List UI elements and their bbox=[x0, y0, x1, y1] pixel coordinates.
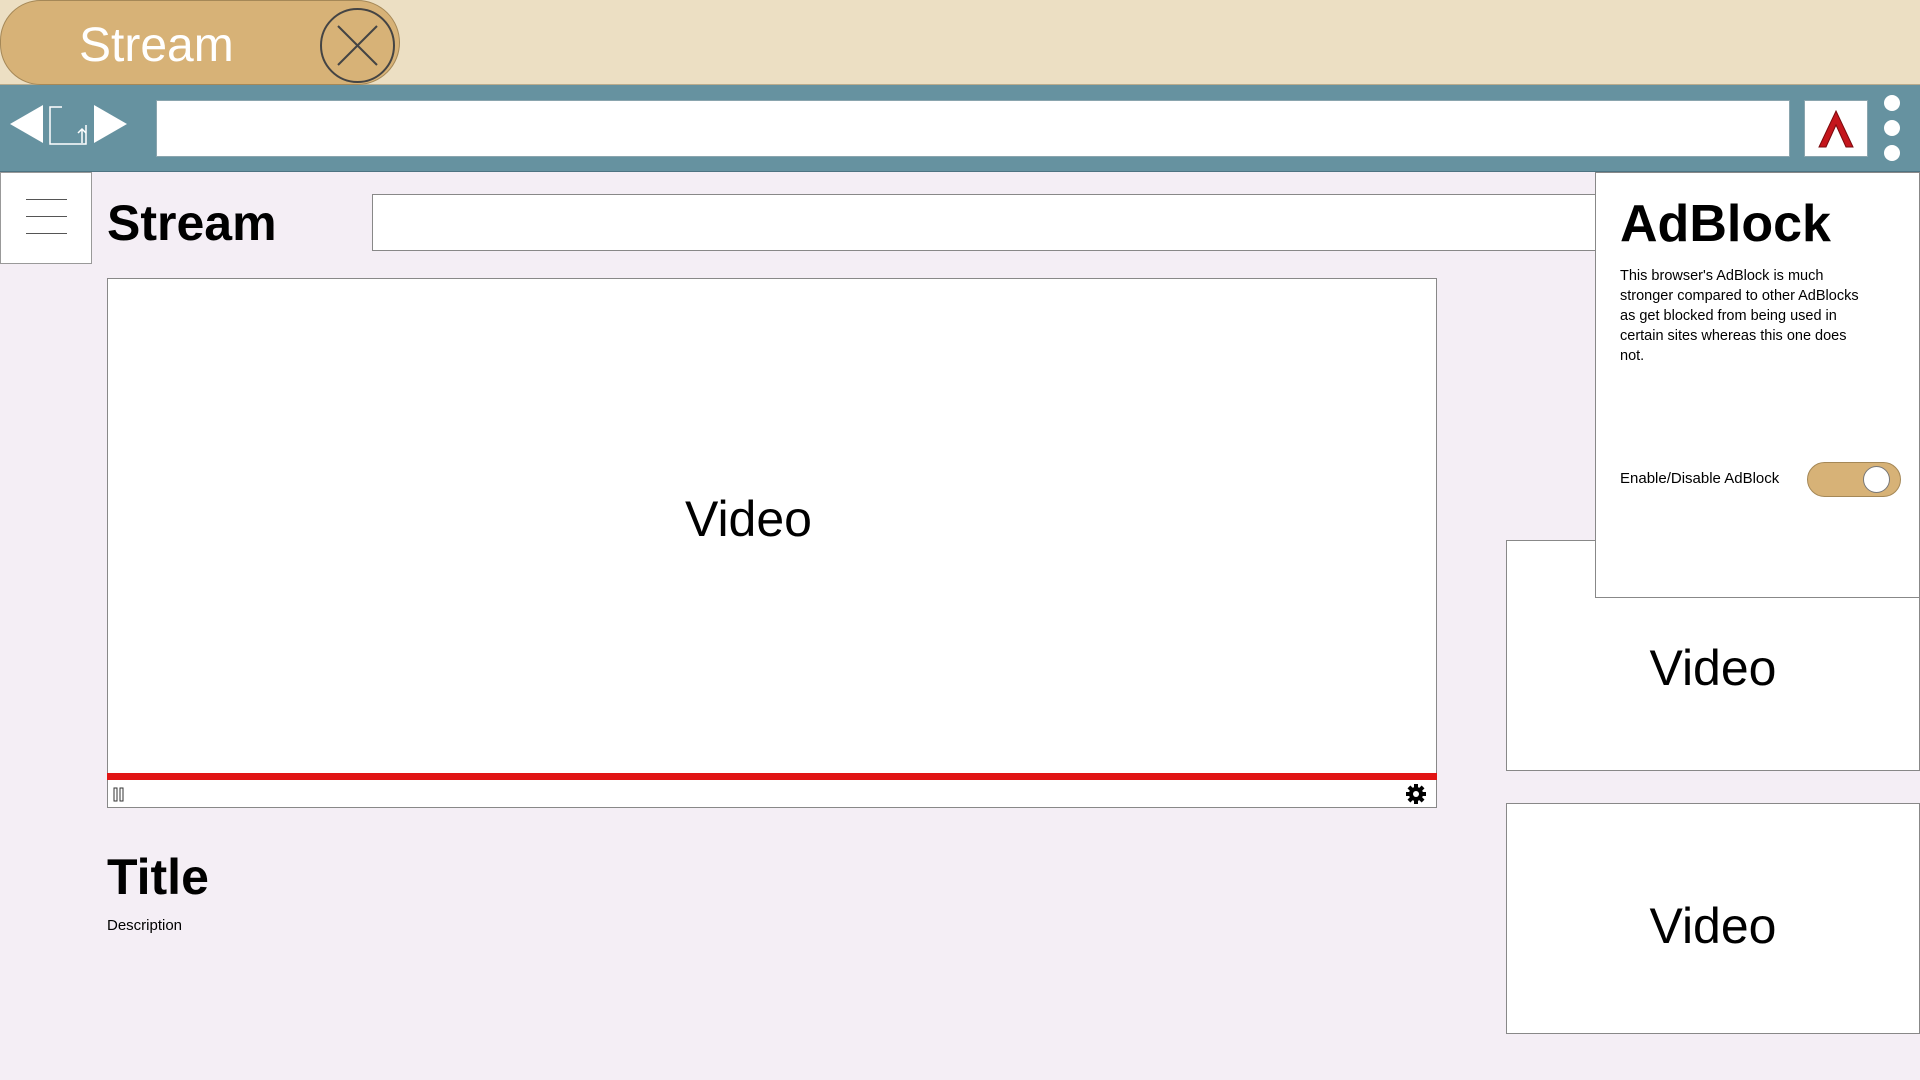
video-placeholder-label: Video bbox=[685, 491, 812, 547]
side-video-label: Video bbox=[1649, 640, 1777, 696]
video-description: Description bbox=[107, 917, 183, 934]
toggle-knob bbox=[1863, 466, 1890, 493]
close-icon[interactable] bbox=[320, 8, 395, 83]
adblock-toggle[interactable] bbox=[1807, 462, 1901, 497]
video-controls-bar bbox=[107, 780, 1437, 808]
pause-icon[interactable] bbox=[113, 787, 125, 802]
site-title: Stream bbox=[107, 195, 277, 251]
hamburger-menu-icon[interactable] bbox=[0, 172, 92, 264]
more-menu-icon[interactable] bbox=[1884, 95, 1900, 161]
tab-title: Stream bbox=[79, 19, 234, 72]
video-title: Title bbox=[107, 849, 209, 905]
adblock-extension-icon bbox=[1818, 109, 1854, 147]
video-progress-bar[interactable] bbox=[107, 773, 1437, 780]
adblock-extension-button[interactable] bbox=[1804, 100, 1868, 157]
address-bar[interactable] bbox=[156, 100, 1790, 157]
adblock-popup: AdBlock This browser's AdBlock is much s… bbox=[1595, 172, 1920, 598]
adblock-toggle-label: Enable/Disable AdBlock bbox=[1620, 470, 1780, 487]
back-arrow-icon[interactable] bbox=[8, 103, 45, 145]
adblock-title: AdBlock bbox=[1620, 195, 1831, 253]
settings-gear-icon[interactable] bbox=[1406, 784, 1426, 804]
side-video-2[interactable]: Video bbox=[1506, 803, 1920, 1034]
share-icon[interactable] bbox=[48, 103, 90, 147]
side-video-label: Video bbox=[1649, 898, 1777, 954]
forward-arrow-icon[interactable] bbox=[92, 103, 129, 145]
adblock-description: This browser's AdBlock is much stronger … bbox=[1620, 268, 1859, 364]
main-video-player[interactable]: Video bbox=[107, 278, 1437, 808]
